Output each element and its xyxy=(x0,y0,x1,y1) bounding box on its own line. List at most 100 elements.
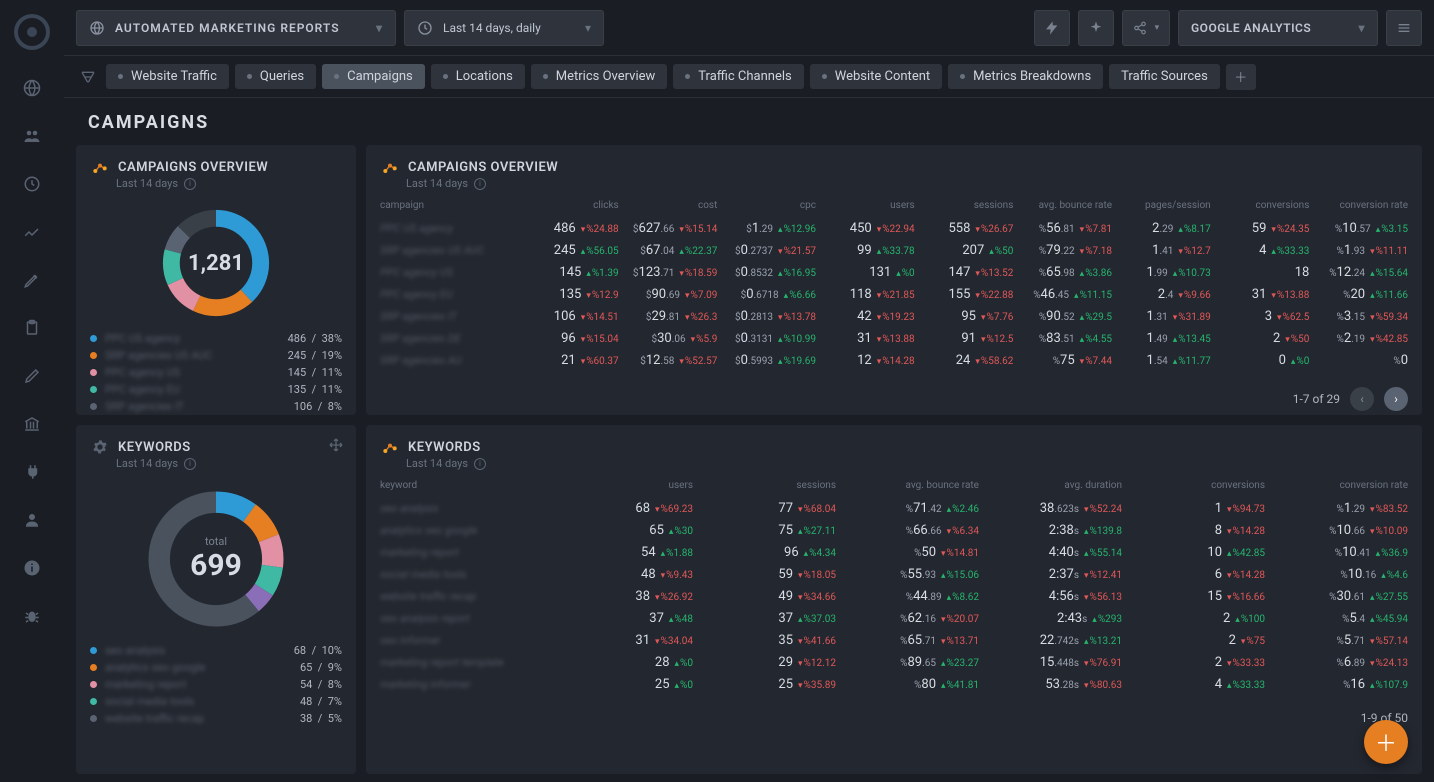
globe-icon[interactable] xyxy=(22,78,42,98)
table-row[interactable]: SRP agencies AU21▾%60.37$12.58▾%52.57$0.… xyxy=(380,349,1408,371)
table-row[interactable]: seo analysis68▾%69.2377▾%68.04%71.42▴%2.… xyxy=(380,497,1408,519)
metric-cell: %66.66▾%6.34 xyxy=(836,523,979,538)
metric-cell: 48▾%9.43 xyxy=(550,567,693,582)
table-row[interactable]: seo analysis report37▴%4837▴%37.03%62.16… xyxy=(380,607,1408,629)
metric-cell: 118▾%21.85 xyxy=(816,287,915,302)
table-row[interactable]: seo informer31▾%34.0435▾%41.66%65.71▾%13… xyxy=(380,629,1408,651)
metric-cell: %10.66▾%10.09 xyxy=(1265,523,1408,538)
metric-cell: 25▴%0 xyxy=(550,677,693,692)
sparkle-button[interactable] xyxy=(1078,10,1114,46)
metric-cell: %50▾%14.81 xyxy=(836,545,979,560)
table-row[interactable]: marketing informer25▴%025▾%35.89%80▴%41.… xyxy=(380,673,1408,695)
metric-cell: %12.24▴%15.64 xyxy=(1309,265,1408,280)
tab-traffic-sources[interactable]: Traffic Sources xyxy=(1109,64,1220,89)
tab-queries[interactable]: Queries xyxy=(235,64,316,89)
report-selector[interactable]: AUTOMATED MARKETING REPORTS ▾ xyxy=(76,10,396,46)
info-icon[interactable] xyxy=(22,558,42,578)
metric-cell: $30.06▾%5.9 xyxy=(619,331,718,346)
table-row[interactable]: PPC agency EU135▾%12.9$90.69▾%7.09$0.671… xyxy=(380,283,1408,305)
date-range-selector[interactable]: Last 14 days, daily ▾ xyxy=(404,10,604,46)
table-row[interactable]: social media tools48▾%9.4359▾%18.05%55.9… xyxy=(380,563,1408,585)
metric-cell: %10.57▴%3.15 xyxy=(1309,221,1408,236)
tab-label: Website Content xyxy=(835,69,930,84)
metric-cell: %46.45▴%11.15 xyxy=(1013,287,1112,302)
funnel-icon[interactable] xyxy=(76,69,100,85)
people-icon[interactable] xyxy=(22,126,42,146)
add-tab-button[interactable]: ＋ xyxy=(1226,64,1256,90)
pager-prev-button[interactable]: ‹ xyxy=(1350,387,1374,411)
refresh-icon[interactable] xyxy=(22,174,42,194)
legend-item: marketing report54 / 8% xyxy=(90,676,342,693)
metric-cell: 1.49▴%13.45 xyxy=(1112,331,1211,346)
tab-website-traffic[interactable]: Website Traffic xyxy=(106,64,229,89)
metric-cell: 1.99▴%10.73 xyxy=(1112,265,1211,280)
metric-cell: %89.65▴%23.27 xyxy=(836,655,979,670)
metric-cell: %1.93▾%11.11 xyxy=(1309,243,1408,258)
card-subtitle: Last 14 days xyxy=(406,457,468,470)
table-row[interactable]: SRP agencies DE96▾%15.04$30.06▾%5.9$0.31… xyxy=(380,327,1408,349)
metric-cell: %2.19▾%42.85 xyxy=(1309,331,1408,346)
info-icon[interactable]: i xyxy=(184,178,196,190)
edit-icon[interactable] xyxy=(22,366,42,386)
topbar: AUTOMATED MARKETING REPORTS ▾ Last 14 da… xyxy=(64,0,1434,56)
tab-metrics-overview[interactable]: Metrics Overview xyxy=(531,64,668,89)
card-subtitle: Last 14 days xyxy=(116,457,178,470)
move-icon[interactable] xyxy=(328,437,344,453)
pencil-icon[interactable] xyxy=(22,270,42,290)
tab-label: Traffic Channels xyxy=(698,69,791,84)
table-row[interactable]: SRP agencies US AUC245▴%56.05$67.04▴%22.… xyxy=(380,239,1408,261)
tab-website-content[interactable]: Website Content xyxy=(810,64,942,89)
plug-icon[interactable] xyxy=(22,462,42,482)
user-icon[interactable] xyxy=(22,510,42,530)
table-row[interactable]: PPC agency US145▴%1.39$123.71▾%18.59$0.8… xyxy=(380,261,1408,283)
metric-cell: 24▾%58.62 xyxy=(915,353,1014,368)
gear-icon[interactable] xyxy=(92,439,108,455)
data-source-selector[interactable]: GOOGLE ANALYTICS ▾ xyxy=(1178,10,1378,46)
metric-cell: 10▴%42.85 xyxy=(1122,545,1265,560)
legend-item: website traffic recap38 / 5% xyxy=(90,710,342,727)
tab-locations[interactable]: Locations xyxy=(431,64,525,89)
share-button[interactable]: ▾ xyxy=(1122,10,1170,46)
metric-cell: $12.58▾%52.57 xyxy=(619,353,718,368)
metric-cell: 1.54▴%11.77 xyxy=(1112,353,1211,368)
metric-cell: 37▴%37.03 xyxy=(693,611,836,626)
metric-cell: 28▴%0 xyxy=(550,655,693,670)
tab-label: Website Traffic xyxy=(131,69,217,84)
bug-icon[interactable] xyxy=(22,606,42,626)
legend-item: PPC US agency486 / 38% xyxy=(90,330,342,347)
metric-cell: %6.89▾%24.13 xyxy=(1265,655,1408,670)
metric-cell: %90.52▴%29.5 xyxy=(1013,309,1112,324)
add-fab-button[interactable]: ＋ xyxy=(1364,720,1408,764)
column-header: conversions xyxy=(1122,480,1265,491)
tab-metrics-breakdowns[interactable]: Metrics Breakdowns xyxy=(948,64,1103,89)
metric-cell: %75▾%7.44 xyxy=(1013,353,1112,368)
tab-label: Campaigns xyxy=(347,69,413,84)
table-row[interactable]: PPC US agency486▾%24.88$627.66▾%15.14$1.… xyxy=(380,217,1408,239)
table-row[interactable]: SRP agencies IT106▾%14.51$29.81▾%26.3$0.… xyxy=(380,305,1408,327)
table-row[interactable]: analytics seo google65▴%3075▴%27.11%66.6… xyxy=(380,519,1408,541)
metric-cell: 15▾%16.66 xyxy=(1122,589,1265,604)
bank-icon[interactable] xyxy=(22,414,42,434)
metric-cell: 131▴%0 xyxy=(816,265,915,280)
tab-campaigns[interactable]: Campaigns xyxy=(322,64,425,89)
metric-cell: $0.6718▴%6.66 xyxy=(717,287,816,302)
chart-line-icon[interactable] xyxy=(22,222,42,242)
clipboard-icon[interactable] xyxy=(22,318,42,338)
metric-cell: 21▾%60.37 xyxy=(520,353,619,368)
metric-cell: 207▴%50 xyxy=(915,243,1014,258)
bolt-button[interactable] xyxy=(1034,10,1070,46)
metric-cell: 29▾%12.12 xyxy=(693,655,836,670)
table-row[interactable]: website traffic recap38▾%26.9249▾%34.66%… xyxy=(380,585,1408,607)
info-icon[interactable]: i xyxy=(474,178,486,190)
menu-button[interactable] xyxy=(1386,10,1422,46)
column-header: sessions xyxy=(693,480,836,491)
table-row[interactable]: marketing report template28▴%029▾%12.12%… xyxy=(380,651,1408,673)
tab-traffic-channels[interactable]: Traffic Channels xyxy=(673,64,803,89)
info-icon[interactable]: i xyxy=(184,458,196,470)
metric-cell: 135▾%12.9 xyxy=(520,287,619,302)
pager-next-button[interactable]: › xyxy=(1384,387,1408,411)
table-row[interactable]: marketing report54▴%1.8896▴%4.34%50▾%14.… xyxy=(380,541,1408,563)
info-icon[interactable]: i xyxy=(474,458,486,470)
sidebar xyxy=(0,0,64,782)
metric-cell: $0.2737▾%21.57 xyxy=(717,243,816,258)
